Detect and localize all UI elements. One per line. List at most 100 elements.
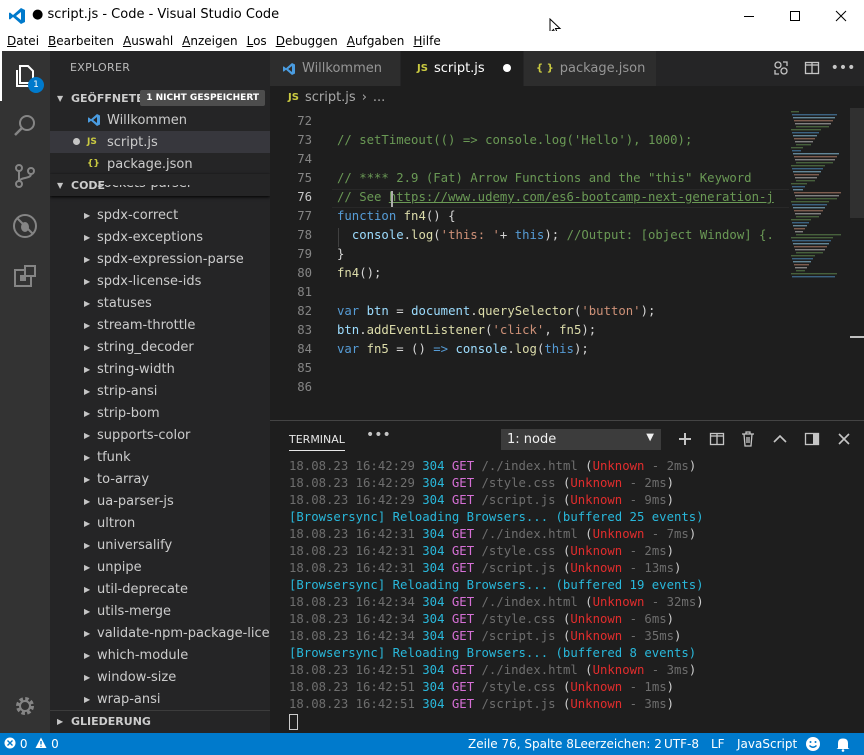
indentation[interactable]: Leerzeichen: 2 bbox=[574, 737, 662, 751]
menu-bearbeiten[interactable]: Bearbeiten bbox=[48, 34, 114, 48]
chevron-right-icon: ▶ bbox=[84, 562, 91, 572]
kill-terminal-button[interactable] bbox=[739, 430, 757, 448]
tree-item[interactable]: ▶ spdx-correct bbox=[50, 204, 270, 226]
sidebar-title: EXPLORER bbox=[70, 61, 131, 74]
split-editor-button[interactable] bbox=[803, 59, 821, 77]
tree-item[interactable]: ▶ ultron bbox=[50, 512, 270, 534]
minimap-stroke bbox=[796, 144, 811, 146]
menu-debuggen[interactable]: Debuggen bbox=[276, 34, 338, 48]
log-paren: ( bbox=[555, 612, 571, 626]
tree-item[interactable]: ▶ spdx-expression-parse bbox=[50, 248, 270, 270]
log-paren: ) bbox=[674, 561, 682, 575]
tree-item[interactable]: ▶ util-deprecate bbox=[50, 578, 270, 600]
open-editor-package-json[interactable]: {} package.json bbox=[50, 153, 270, 175]
new-terminal-button[interactable] bbox=[676, 430, 694, 448]
breadcrumb-ellipsis[interactable]: ... bbox=[373, 90, 385, 105]
scrollbar-thumb[interactable] bbox=[850, 108, 864, 218]
tree-item[interactable]: ▶ utils-merge bbox=[50, 600, 270, 622]
activity-manage[interactable] bbox=[0, 681, 50, 731]
menu-auswahl[interactable]: Auswahl bbox=[123, 34, 173, 48]
minimize-button[interactable] bbox=[726, 0, 772, 31]
tree-item[interactable]: ▶ statuses bbox=[50, 292, 270, 314]
tree-item[interactable]: ▶ validate-npm-package-licen... bbox=[50, 622, 270, 644]
tab-script-js[interactable]: JS script.js bbox=[401, 51, 523, 86]
open-editor-script-js[interactable]: JS script.js bbox=[50, 131, 270, 153]
terminal-select[interactable]: 1: node ▼ bbox=[501, 429, 661, 450]
problems-indicator[interactable]: 0 0 bbox=[4, 737, 59, 751]
code-editor[interactable]: 72 73 // setTimeout(() => console.log('Hel… bbox=[270, 108, 864, 420]
chevron-right-icon: ▶ bbox=[84, 694, 91, 704]
activity-explorer[interactable]: 1 bbox=[0, 51, 50, 101]
code-token: log bbox=[514, 342, 537, 356]
tab-package-json[interactable]: { } package.json bbox=[524, 51, 656, 86]
tree-item[interactable]: ▶ ua-parser-js bbox=[50, 490, 270, 512]
menu-los[interactable]: Los bbox=[247, 34, 267, 48]
tree-item[interactable]: ▶ to-array bbox=[50, 468, 270, 490]
menu-hilfe[interactable]: Hilfe bbox=[413, 34, 440, 48]
tree-item[interactable]: ▶ spdx-license-ids bbox=[50, 270, 270, 292]
code-token: } bbox=[337, 247, 345, 261]
open-editors-header[interactable]: ▼ GEÖFFNETE E... 1 NICHT GESPEICHERT bbox=[50, 87, 270, 109]
code-token: // setTimeout(() => console.log('Hello')… bbox=[337, 133, 693, 147]
code-token: () { bbox=[425, 209, 456, 223]
tab-terminal[interactable]: TERMINAL bbox=[289, 433, 345, 451]
tree-item[interactable]: ▶ strip-ansi bbox=[50, 380, 270, 402]
title-bar: ● script.js - Code - Visual Studio Code bbox=[0, 0, 864, 36]
activity-extensions[interactable] bbox=[0, 251, 50, 301]
log-duration: - 1ms bbox=[622, 680, 667, 694]
tree-item[interactable]: ▶ tfunk bbox=[50, 446, 270, 468]
menu-aufgaben[interactable]: Aufgaben bbox=[347, 34, 405, 48]
tree-item[interactable]: ▶ window-size bbox=[50, 666, 270, 688]
minimap-stroke bbox=[791, 183, 807, 185]
notifications-button[interactable] bbox=[835, 736, 851, 755]
cursor-position[interactable]: Zeile 76, Spalte 8 bbox=[468, 737, 574, 751]
tree-item[interactable]: ▶ string_decoder bbox=[50, 336, 270, 358]
maximize-button[interactable] bbox=[772, 0, 818, 31]
activity-search[interactable] bbox=[0, 101, 50, 151]
breadcrumb-file[interactable]: script.js bbox=[305, 90, 356, 105]
outline-header[interactable]: ▶ GLIEDERUNG bbox=[50, 710, 270, 732]
log-duration: - 2ms bbox=[622, 476, 667, 490]
unsaved-dot-icon[interactable] bbox=[503, 64, 511, 72]
tree-item[interactable]: ▶ universalify bbox=[50, 534, 270, 556]
more-actions-icon[interactable]: ••• bbox=[831, 59, 856, 77]
log-space bbox=[474, 544, 481, 558]
tree-item[interactable]: ▶ unpipe bbox=[50, 556, 270, 578]
minimap-stroke bbox=[795, 177, 817, 179]
tree-item[interactable]: ▶ strip-bom bbox=[50, 402, 270, 424]
toggle-panel-position-button[interactable] bbox=[803, 430, 821, 448]
activity-source-control[interactable] bbox=[0, 151, 50, 201]
open-changes-button[interactable] bbox=[772, 59, 790, 77]
language-mode[interactable]: JavaScript bbox=[737, 737, 797, 751]
activity-debug[interactable] bbox=[0, 201, 50, 251]
editor-scrollbar[interactable] bbox=[850, 108, 864, 420]
open-editor-willkommen[interactable]: Willkommen bbox=[50, 109, 270, 131]
close-window-button[interactable] bbox=[818, 0, 864, 31]
tree-item[interactable]: ▶ stream-throttle bbox=[50, 314, 270, 336]
encoding[interactable]: UTF-8 bbox=[664, 737, 699, 751]
log-paren: ) bbox=[666, 697, 675, 711]
chevron-right-icon: ▶ bbox=[84, 452, 91, 462]
minimap[interactable] bbox=[789, 108, 849, 288]
tree-item[interactable]: ▶ which-module bbox=[50, 644, 270, 666]
menu-anzeigen[interactable]: Anzeigen bbox=[182, 34, 237, 48]
tree-item[interactable]: ▶ spdx-exceptions bbox=[50, 226, 270, 248]
log-paren: ( bbox=[555, 697, 571, 711]
menu-datei[interactable]: Datei bbox=[7, 34, 39, 48]
split-terminal-button[interactable] bbox=[708, 430, 726, 448]
minimap-stroke bbox=[795, 141, 813, 143]
feedback-button[interactable] bbox=[805, 736, 821, 755]
code-token: querySelector bbox=[477, 304, 574, 318]
maximize-panel-button[interactable] bbox=[771, 430, 789, 448]
more-panels-icon[interactable]: ••• bbox=[366, 427, 391, 443]
close-panel-button[interactable] bbox=[835, 430, 853, 448]
end-of-line[interactable]: LF bbox=[711, 737, 725, 751]
code-link[interactable]: https://www.udemy.com/es6-bootcamp-next-… bbox=[389, 190, 774, 204]
tree-item[interactable]: ▶ supports-color bbox=[50, 424, 270, 446]
search-icon bbox=[14, 115, 35, 136]
panel-position-icon bbox=[804, 432, 820, 446]
tree-item[interactable]: ▶ wrap-ansi bbox=[50, 688, 270, 710]
tab-willkommen[interactable]: Willkommen bbox=[270, 51, 400, 86]
tree-item-partial[interactable]: sockets-parser bbox=[50, 185, 270, 197]
tree-item[interactable]: ▶ string-width bbox=[50, 358, 270, 380]
